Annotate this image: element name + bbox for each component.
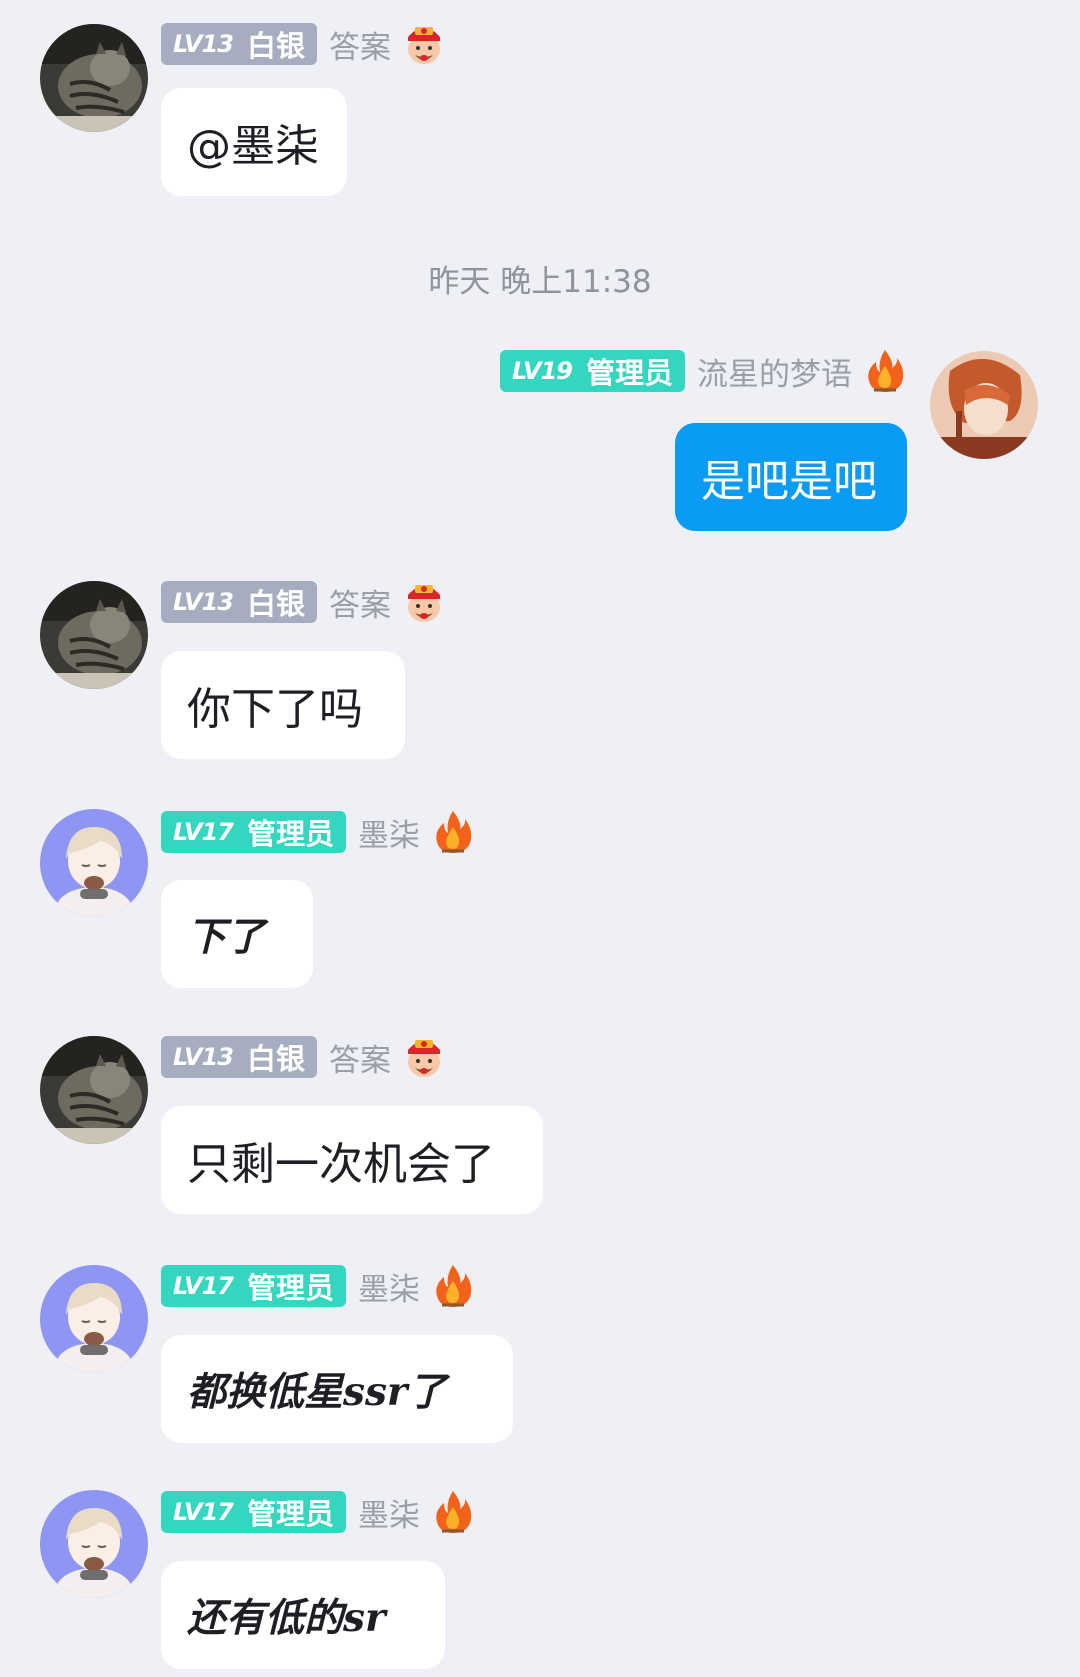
level-badge: LV17 管理员 (161, 1265, 346, 1307)
level-badge: LV17 管理员 (161, 811, 346, 853)
level-badge: LV19 管理员 (500, 350, 685, 392)
avatar[interactable] (40, 581, 148, 689)
sender-name[interactable]: 流星的梦语 (697, 349, 852, 394)
message-bubble[interactable]: @墨柒 (161, 88, 347, 196)
message-bubble[interactable]: 只剩一次机会了 (161, 1106, 543, 1214)
badge-title: 管理员 (246, 817, 334, 851)
sender-name[interactable]: 答案 (329, 1035, 391, 1080)
avatar[interactable] (40, 809, 148, 917)
message-header: LV19 管理员 流星的梦语 (500, 348, 906, 394)
level-badge: LV13 白银 (161, 581, 317, 623)
message-header: LV17 管理员 墨柒 (161, 1263, 474, 1309)
fortune-god-icon (403, 21, 445, 67)
message-bubble[interactable]: 都换低星ssr了 (161, 1335, 513, 1443)
fire-icon (432, 1263, 474, 1309)
sender-name[interactable]: 答案 (329, 580, 391, 625)
level-label: LV17 (173, 818, 234, 846)
badge-title: 白银 (246, 1042, 305, 1076)
fortune-god-icon (403, 1034, 445, 1080)
level-badge: LV13 白银 (161, 1036, 317, 1078)
timestamp: 昨天 晚上11:38 (428, 264, 652, 300)
fortune-god-icon (403, 579, 445, 625)
sender-name[interactable]: 墨柒 (358, 1490, 420, 1535)
sender-name[interactable]: 答案 (329, 22, 391, 67)
badge-title: 管理员 (246, 1271, 334, 1305)
avatar[interactable] (40, 1265, 148, 1373)
avatar[interactable] (40, 1036, 148, 1144)
level-label: LV13 (173, 30, 234, 58)
message-bubble[interactable]: 下了 (161, 880, 313, 988)
message-header: LV17 管理员 墨柒 (161, 809, 474, 855)
avatar[interactable] (930, 351, 1038, 459)
level-label: LV13 (173, 588, 234, 616)
level-label: LV17 (173, 1272, 234, 1300)
level-badge: LV13 白银 (161, 23, 317, 65)
fire-icon (432, 809, 474, 855)
level-label: LV19 (512, 357, 573, 385)
level-badge: LV17 管理员 (161, 1491, 346, 1533)
fire-icon (864, 348, 906, 394)
message-bubble[interactable]: 还有低的sr (161, 1561, 445, 1669)
sender-name[interactable]: 墨柒 (358, 810, 420, 855)
avatar[interactable] (40, 1490, 148, 1598)
badge-title: 白银 (246, 29, 305, 63)
message-header: LV13 白银 答案 (161, 580, 445, 624)
fire-icon (432, 1489, 474, 1535)
avatar[interactable] (40, 24, 148, 132)
message-bubble[interactable]: 是吧是吧 (675, 423, 907, 531)
badge-title: 白银 (246, 587, 305, 621)
message-bubble[interactable]: 你下了吗 (161, 651, 405, 759)
message-header: LV13 白银 答案 (161, 22, 445, 66)
level-label: LV13 (173, 1043, 234, 1071)
message-header: LV17 管理员 墨柒 (161, 1489, 474, 1535)
badge-title: 管理员 (246, 1497, 334, 1531)
level-label: LV17 (173, 1498, 234, 1526)
sender-name[interactable]: 墨柒 (358, 1264, 420, 1309)
badge-title: 管理员 (585, 356, 673, 390)
message-header: LV13 白银 答案 (161, 1035, 445, 1079)
